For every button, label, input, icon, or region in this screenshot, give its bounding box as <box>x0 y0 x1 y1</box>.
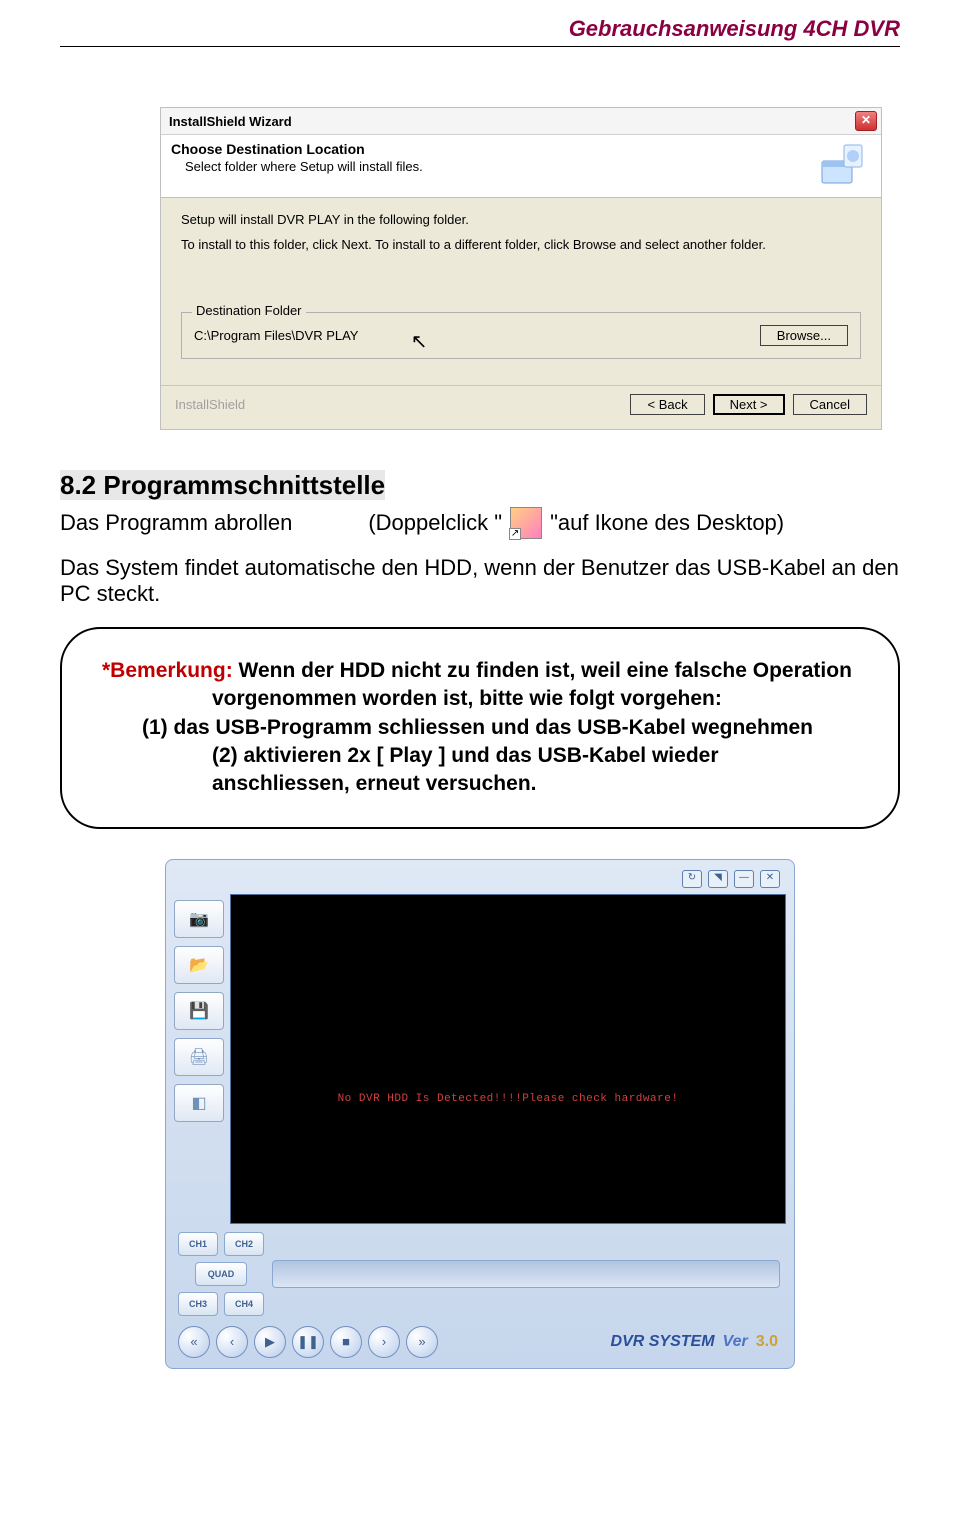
browse-button[interactable]: Browse... <box>760 325 848 346</box>
snapshot-icon[interactable]: 📷 <box>174 900 224 938</box>
cursor-icon: ↖ <box>411 329 428 354</box>
back-button[interactable]: < Back <box>630 394 704 415</box>
note-line-3: (1) das USB-Programm schliessen und das … <box>142 716 813 739</box>
open-icon[interactable]: 📂 <box>174 946 224 984</box>
destination-path: C:\Program Files\DVR PLAY <box>194 328 358 343</box>
ch3-button[interactable]: CH3 <box>178 1292 218 1316</box>
installer-icon <box>811 141 871 191</box>
destination-folder-group: Destination Folder C:\Program Files\DVR … <box>181 312 861 359</box>
installshield-brand: InstallShield <box>175 397 245 412</box>
section-line-b2: "auf Ikone des Desktop) <box>550 510 784 536</box>
timeline-slider[interactable] <box>272 1260 780 1288</box>
save-icon[interactable]: 💾 <box>174 992 224 1030</box>
note-line-2: vorgenommen worden ist, bitte wie folgt … <box>212 687 722 710</box>
dialog-heading: Choose Destination Location <box>171 141 811 157</box>
prev-icon[interactable]: « <box>178 1326 210 1358</box>
ch2-button[interactable]: CH2 <box>224 1232 264 1256</box>
forward-icon[interactable]: › <box>368 1326 400 1358</box>
rewind-icon[interactable]: ‹ <box>216 1326 248 1358</box>
dialog-title: InstallShield Wizard <box>169 114 292 129</box>
section-title: 8.2 Programmschnittstelle <box>60 470 900 501</box>
next-icon[interactable]: » <box>406 1326 438 1358</box>
section-line-b1: (Doppelclick " <box>368 510 502 536</box>
destination-legend: Destination Folder <box>192 303 306 318</box>
close-icon[interactable]: ✕ <box>855 111 877 131</box>
note-line-1: Wenn der HDD nicht zu finden ist, weil e… <box>233 659 852 682</box>
quad-button[interactable]: QUAD <box>195 1262 247 1286</box>
ch1-button[interactable]: CH1 <box>178 1232 218 1256</box>
note-line-4: (2) aktivieren 2x [ Play ] und das USB-K… <box>212 744 719 795</box>
page-header: Gebrauchsanweisung 4CH DVR <box>60 10 900 47</box>
settings-icon[interactable]: ◥ <box>708 870 728 888</box>
stop-icon[interactable]: ■ <box>330 1326 362 1358</box>
cancel-button[interactable]: Cancel <box>793 394 867 415</box>
player-close-icon[interactable]: ✕ <box>760 870 780 888</box>
next-button[interactable]: Next > <box>713 394 785 415</box>
player-brand: DVR SYSTEM Ver 3.0 <box>611 1333 778 1351</box>
ch4-button[interactable]: CH4 <box>224 1292 264 1316</box>
video-screen: No DVR HDD Is Detected!!!!Please check h… <box>230 894 786 1224</box>
dvr-player-window: ↻ ◥ — ✕ 📷 📂 💾 🖨 ◧ No DVR HDD Is Detected… <box>165 859 795 1369</box>
note-box: *Bemerkung: Wenn der HDD nicht zu finden… <box>60 627 900 829</box>
section-body: Das System findet automatische den HDD, … <box>60 555 900 607</box>
dialog-subheading: Select folder where Setup will install f… <box>185 159 811 174</box>
note-label: *Bemerkung: <box>102 659 233 682</box>
dialog-body-2: To install to this folder, click Next. T… <box>181 237 861 252</box>
installshield-dialog: InstallShield Wizard ✕ Choose Destinatio… <box>160 107 882 430</box>
refresh-icon[interactable]: ↻ <box>682 870 702 888</box>
desktop-shortcut-icon <box>510 507 542 539</box>
print-icon[interactable]: 🖨 <box>174 1038 224 1076</box>
pause-icon[interactable]: ❚❚ <box>292 1326 324 1358</box>
minimize-icon[interactable]: — <box>734 870 754 888</box>
section-line-a: Das Programm abrollen <box>60 510 292 536</box>
error-message: No DVR HDD Is Detected!!!!Please check h… <box>338 1093 679 1105</box>
tool-icon[interactable]: ◧ <box>174 1084 224 1122</box>
play-icon[interactable]: ▶ <box>254 1326 286 1358</box>
dialog-body-1: Setup will install DVR PLAY in the follo… <box>181 212 861 227</box>
